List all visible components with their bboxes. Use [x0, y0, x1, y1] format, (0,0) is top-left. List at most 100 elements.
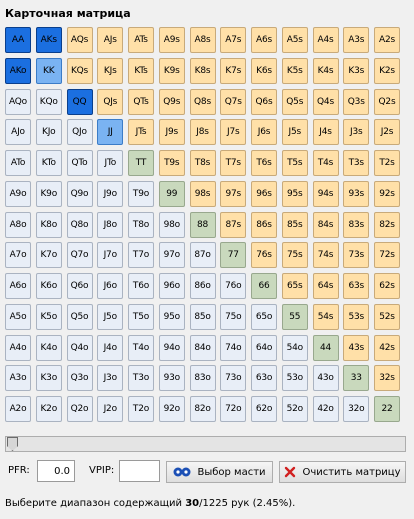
hand-cell-96s[interactable]: 96s: [251, 180, 277, 207]
hand-cell-95s[interactable]: 95s: [281, 180, 308, 207]
hand-cell-k9o[interactable]: K9o: [35, 180, 62, 207]
hand-cell-a5s[interactable]: A5s: [281, 27, 308, 53]
hand-cell-q3o[interactable]: Q3o: [66, 365, 93, 392]
hand-cell-qts[interactable]: QTs: [128, 88, 154, 115]
hand-cell-t3o[interactable]: T3o: [128, 365, 154, 392]
hand-cell-87s[interactable]: 87s: [220, 211, 247, 238]
hand-cell-t4o[interactable]: T4o: [128, 334, 154, 361]
hand-cell-q8s[interactable]: Q8s: [189, 88, 216, 115]
hand-cell-k5s[interactable]: K5s: [281, 57, 308, 84]
hand-cell-j3o[interactable]: J3o: [97, 365, 124, 392]
hand-cell-kts[interactable]: KTs: [128, 57, 154, 84]
hand-cell-94s[interactable]: 94s: [312, 180, 339, 207]
hand-cell-a2o[interactable]: A2o: [5, 396, 31, 422]
hand-cell-jto[interactable]: JTo: [97, 150, 124, 176]
hand-cell-k5o[interactable]: K5o: [35, 303, 62, 330]
hand-cell-a4s[interactable]: A4s: [312, 27, 339, 53]
hand-cell-kto[interactable]: KTo: [35, 150, 62, 176]
hand-cell-kqs[interactable]: KQs: [66, 57, 93, 84]
hand-cell-33[interactable]: 33: [343, 365, 370, 392]
hand-cell-q6s[interactable]: Q6s: [251, 88, 277, 115]
hand-cell-62s[interactable]: 62s: [374, 273, 400, 299]
hand-cell-j9o[interactable]: J9o: [97, 180, 124, 207]
hand-cell-83s[interactable]: 83s: [343, 211, 370, 238]
hand-cell-j8s[interactable]: J8s: [189, 119, 216, 146]
hand-cell-74o[interactable]: 74o: [220, 334, 247, 361]
hand-cell-tt[interactable]: TT: [128, 150, 154, 176]
hand-cell-aqs[interactable]: AQs: [66, 27, 93, 53]
hand-cell-k6s[interactable]: K6s: [251, 57, 277, 84]
hand-cell-q2o[interactable]: Q2o: [66, 396, 93, 422]
hand-cell-q6o[interactable]: Q6o: [66, 273, 93, 299]
hand-cell-a9s[interactable]: A9s: [158, 27, 185, 53]
hand-cell-82o[interactable]: 82o: [189, 396, 216, 422]
hand-cell-q5o[interactable]: Q5o: [66, 303, 93, 330]
hand-cell-52o[interactable]: 52o: [281, 396, 308, 422]
hand-cell-75s[interactable]: 75s: [281, 242, 308, 269]
hand-cell-t5o[interactable]: T5o: [128, 303, 154, 330]
hand-cell-ako[interactable]: AKo: [5, 57, 31, 84]
hand-cell-qjs[interactable]: QJs: [97, 88, 124, 115]
hand-cell-k7s[interactable]: K7s: [220, 57, 247, 84]
hand-cell-72o[interactable]: 72o: [220, 396, 247, 422]
hand-cell-aa[interactable]: AA: [5, 27, 31, 53]
hand-cell-65s[interactable]: 65s: [281, 273, 308, 299]
hand-cell-k4o[interactable]: K4o: [35, 334, 62, 361]
hand-cell-a8o[interactable]: A8o: [5, 211, 31, 238]
hand-cell-88[interactable]: 88: [189, 211, 216, 238]
hand-cell-54o[interactable]: 54o: [281, 334, 308, 361]
hand-cell-73s[interactable]: 73s: [343, 242, 370, 269]
hand-cell-kk[interactable]: KK: [35, 57, 62, 84]
hand-cell-t7o[interactable]: T7o: [128, 242, 154, 269]
hand-cell-t2s[interactable]: T2s: [374, 150, 400, 176]
hand-cell-jts[interactable]: JTs: [128, 119, 154, 146]
hand-cell-94o[interactable]: 94o: [158, 334, 185, 361]
hand-cell-j2s[interactable]: J2s: [374, 119, 400, 146]
hand-cell-63o[interactable]: 63o: [251, 365, 277, 392]
hand-cell-k7o[interactable]: K7o: [35, 242, 62, 269]
hand-cell-85s[interactable]: 85s: [281, 211, 308, 238]
pfr-input[interactable]: [37, 460, 75, 482]
hand-cell-t8o[interactable]: T8o: [128, 211, 154, 238]
hand-cell-64s[interactable]: 64s: [312, 273, 339, 299]
hand-cell-74s[interactable]: 74s: [312, 242, 339, 269]
hand-cell-q7s[interactable]: Q7s: [220, 88, 247, 115]
hand-cell-76o[interactable]: 76o: [220, 273, 247, 299]
hand-cell-ajo[interactable]: AJo: [5, 119, 31, 146]
hand-cell-t5s[interactable]: T5s: [281, 150, 308, 176]
hand-cell-a2s[interactable]: A2s: [374, 27, 400, 53]
hand-cell-t3s[interactable]: T3s: [343, 150, 370, 176]
hand-cell-q2s[interactable]: Q2s: [374, 88, 400, 115]
hand-cell-a3s[interactable]: A3s: [343, 27, 370, 53]
hand-cell-63s[interactable]: 63s: [343, 273, 370, 299]
hand-cell-75o[interactable]: 75o: [220, 303, 247, 330]
hand-cell-86s[interactable]: 86s: [251, 211, 277, 238]
hand-cell-64o[interactable]: 64o: [251, 334, 277, 361]
clear-matrix-button[interactable]: Очистить матрицу: [279, 461, 406, 483]
hand-cell-93o[interactable]: 93o: [158, 365, 185, 392]
hand-cell-j5s[interactable]: J5s: [281, 119, 308, 146]
hand-cell-j7s[interactable]: J7s: [220, 119, 247, 146]
hand-cell-97o[interactable]: 97o: [158, 242, 185, 269]
hand-cell-97s[interactable]: 97s: [220, 180, 247, 207]
hand-cell-t8s[interactable]: T8s: [189, 150, 216, 176]
hand-cell-66[interactable]: 66: [251, 273, 277, 299]
hand-cell-q3s[interactable]: Q3s: [343, 88, 370, 115]
hand-cell-54s[interactable]: 54s: [312, 303, 339, 330]
hand-cell-a7s[interactable]: A7s: [220, 27, 247, 53]
hand-cell-k9s[interactable]: K9s: [158, 57, 185, 84]
hand-cell-76s[interactable]: 76s: [251, 242, 277, 269]
hand-cell-85o[interactable]: 85o: [189, 303, 216, 330]
hand-cell-kjs[interactable]: KJs: [97, 57, 124, 84]
hand-cell-84s[interactable]: 84s: [312, 211, 339, 238]
hand-cell-84o[interactable]: 84o: [189, 334, 216, 361]
hand-cell-32o[interactable]: 32o: [343, 396, 370, 422]
hand-cell-j7o[interactable]: J7o: [97, 242, 124, 269]
hand-cell-43o[interactable]: 43o: [312, 365, 339, 392]
hand-cell-q4o[interactable]: Q4o: [66, 334, 93, 361]
hand-cell-ato[interactable]: ATo: [5, 150, 31, 176]
hand-cell-q9s[interactable]: Q9s: [158, 88, 185, 115]
hand-cell-j8o[interactable]: J8o: [97, 211, 124, 238]
hand-cell-52s[interactable]: 52s: [374, 303, 400, 330]
hand-cell-53o[interactable]: 53o: [281, 365, 308, 392]
